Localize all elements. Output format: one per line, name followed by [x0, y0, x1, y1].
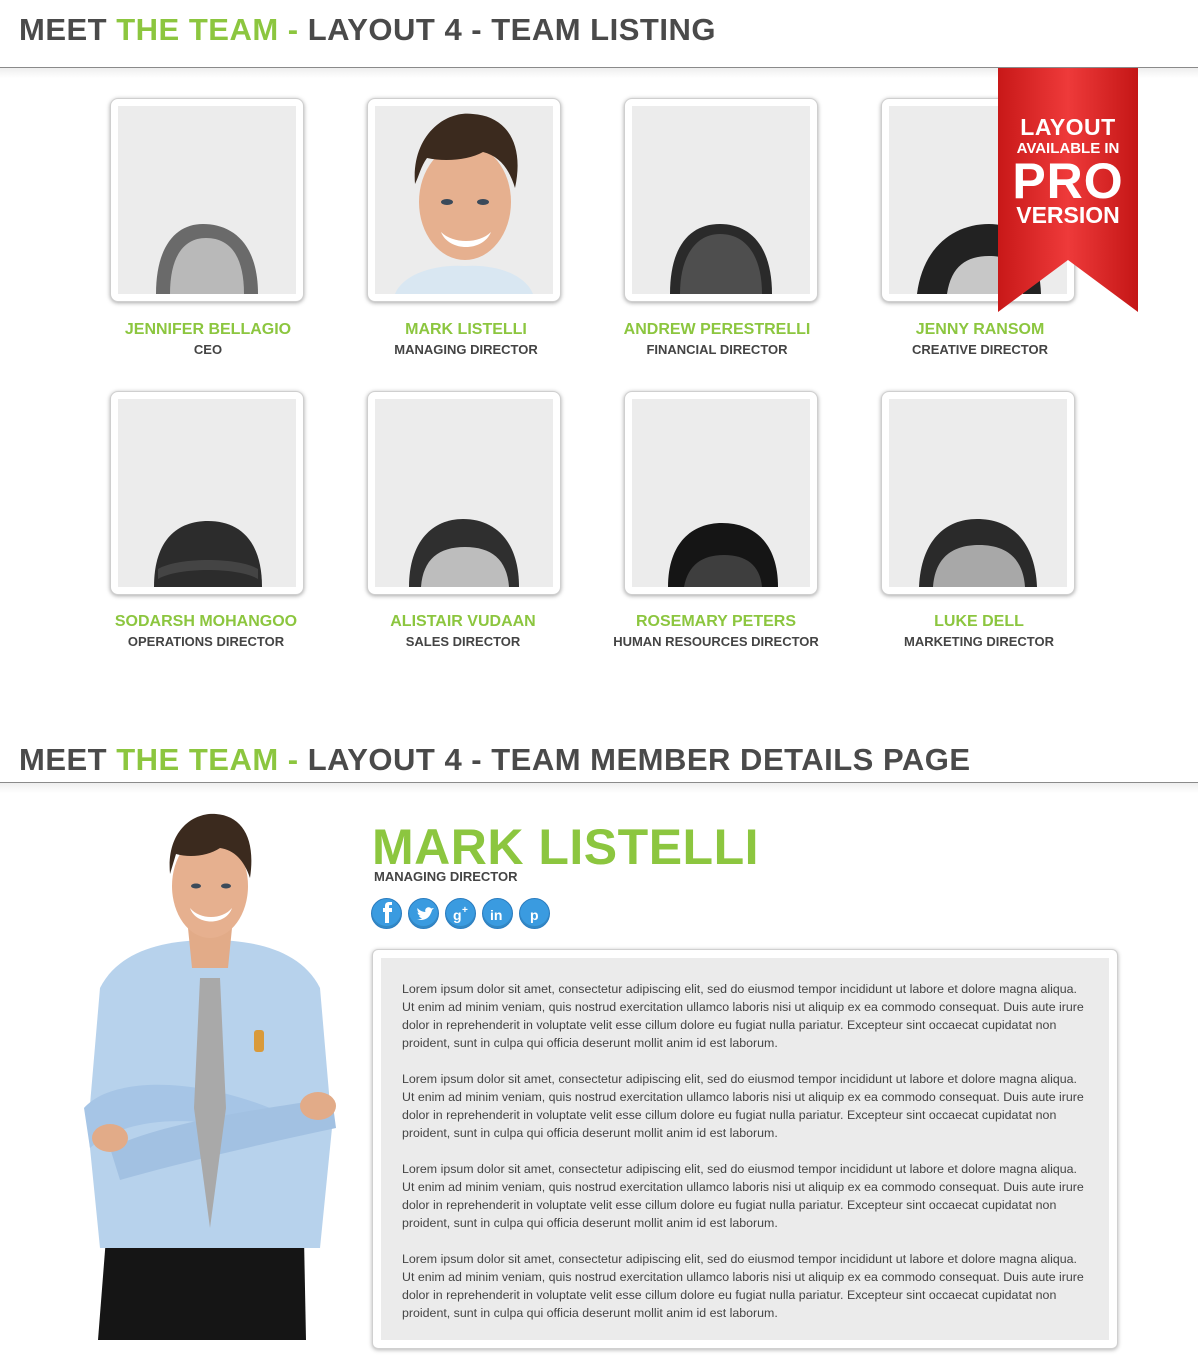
portrait-silhouette-icon — [154, 521, 262, 587]
member-name[interactable]: JENNIFER BELLAGIO — [88, 321, 328, 339]
pinterest-icon[interactable]: p — [519, 898, 550, 929]
details-title: MEET THE TEAM - LAYOUT 4 - TEAM MEMBER D… — [19, 742, 971, 777]
member-name[interactable]: SODARSH MOHANGOO — [86, 613, 326, 631]
ribbon-line: PRO — [1012, 153, 1124, 209]
bio-panel: Lorem ipsum dolor sit amet, consectetur … — [372, 949, 1118, 1349]
bio-content: Lorem ipsum dolor sit amet, consectetur … — [381, 958, 1109, 1340]
member-photo[interactable] — [367, 98, 561, 302]
bio-paragraph: Lorem ipsum dolor sit amet, consectetur … — [402, 1252, 1084, 1320]
member-role: MARKETING DIRECTOR — [904, 634, 1054, 649]
pro-version-ribbon[interactable]: LAYOUT AVAILABLE IN PRO VERSION — [998, 68, 1138, 312]
listing-section-header: MEET THE TEAM - LAYOUT 4 - TEAM LISTING — [0, 0, 1198, 68]
portrait-silhouette-icon — [670, 224, 772, 294]
member-role: FINANCIAL DIRECTOR — [646, 342, 788, 357]
detail-member-name: MARK LISTELLI — [372, 819, 760, 875]
portrait-silhouette-icon — [919, 519, 1037, 587]
person-photo-icon — [84, 813, 336, 1340]
google-plus-icon[interactable]: g + — [445, 898, 476, 929]
member-name[interactable]: ALISTAIR VUDAAN — [343, 613, 583, 631]
member-role: SALES DIRECTOR — [405, 634, 521, 649]
member-name[interactable]: JENNY RANSOM — [860, 321, 1100, 339]
portrait-silhouette-icon — [409, 519, 519, 587]
svg-text:in: in — [490, 907, 502, 923]
svg-text:g: g — [453, 907, 462, 923]
ribbon-text: LAYOUT AVAILABLE IN PRO VERSION — [998, 116, 1138, 227]
member-photo[interactable] — [110, 391, 304, 595]
ribbon-line: VERSION — [1016, 202, 1120, 228]
linkedin-icon[interactable]: in — [482, 898, 513, 929]
portrait-silhouette-icon — [156, 224, 258, 294]
member-role: OPERATIONS DIRECTOR — [127, 634, 285, 649]
portrait-photo-icon — [395, 113, 533, 294]
header-divider — [0, 783, 1198, 793]
details-section-header: MEET THE TEAM - LAYOUT 4 - TEAM MEMBER D… — [0, 715, 1198, 783]
member-name[interactable]: ROSEMARY PETERS — [596, 613, 836, 631]
detail-portrait — [70, 808, 350, 1340]
portrait-silhouette-icon — [668, 523, 778, 587]
svg-text:p: p — [530, 907, 539, 923]
member-role: MANAGING DIRECTOR — [394, 342, 538, 357]
member-name[interactable]: MARK LISTELLI — [346, 321, 586, 339]
member-role: HUMAN RESOURCES DIRECTOR — [613, 634, 819, 649]
member-role: CREATIVE DIRECTOR — [911, 342, 1049, 357]
ribbon-line: LAYOUT — [1020, 114, 1116, 140]
member-name[interactable]: LUKE DELL — [859, 613, 1099, 631]
detail-member-role: MANAGING DIRECTOR — [374, 869, 518, 884]
facebook-icon[interactable] — [371, 898, 402, 929]
member-photo[interactable] — [624, 391, 818, 595]
member-photo[interactable] — [110, 98, 304, 302]
member-photo[interactable] — [881, 391, 1075, 595]
bio-paragraph: Lorem ipsum dolor sit amet, consectetur … — [402, 1162, 1084, 1230]
bio-paragraph: Lorem ipsum dolor sit amet, consectetur … — [402, 982, 1084, 1050]
member-name[interactable]: ANDREW PERESTRELLI — [597, 321, 837, 339]
listing-title: MEET THE TEAM - LAYOUT 4 - TEAM LISTING — [19, 12, 716, 47]
member-photo[interactable] — [367, 391, 561, 595]
svg-text:+: + — [462, 905, 468, 916]
twitter-icon[interactable] — [408, 898, 439, 929]
bio-paragraph: Lorem ipsum dolor sit amet, consectetur … — [402, 1072, 1084, 1140]
member-photo[interactable] — [624, 98, 818, 302]
member-role: CEO — [193, 342, 223, 357]
